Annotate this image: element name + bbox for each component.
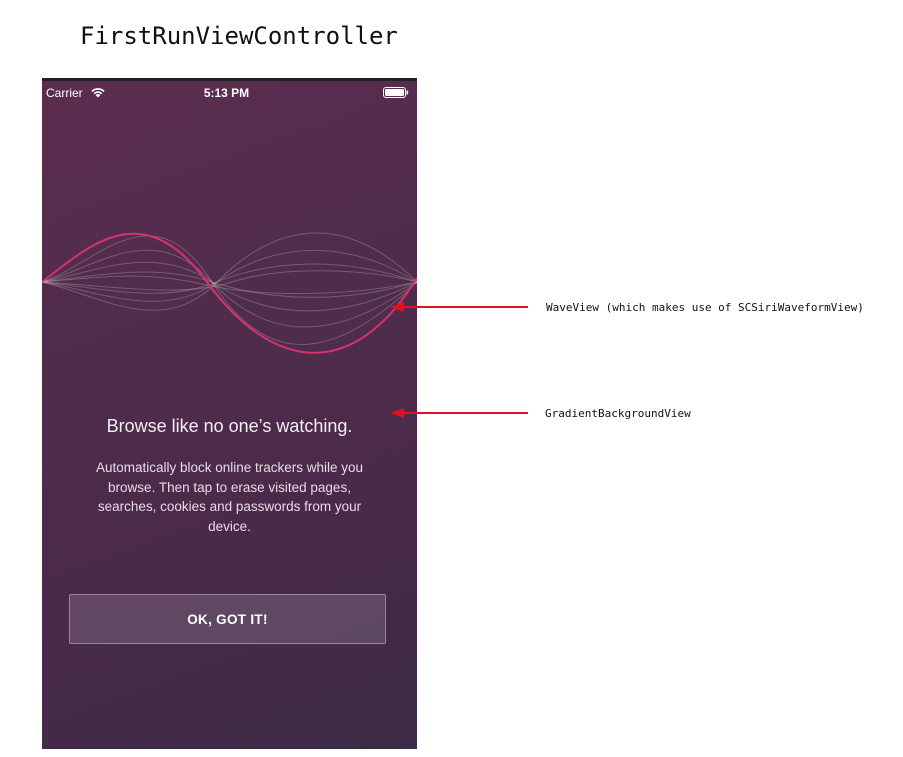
- wave-view-arrow: [390, 302, 528, 312]
- ok-got-it-button[interactable]: OK, GOT IT!: [69, 594, 386, 644]
- wave-primary-line: [42, 232, 417, 354]
- status-time: 5:13 PM: [203, 86, 250, 100]
- status-bar: Carrier 5:13 PM: [42, 84, 417, 104]
- phone-top-edge: [42, 78, 417, 81]
- gradient-background-arrow: [390, 408, 528, 418]
- wave-view-annotation: WaveView (which makes use of SCSiriWavef…: [546, 301, 864, 314]
- page-title: FirstRunViewController: [80, 22, 398, 50]
- battery-icon: [383, 87, 409, 98]
- wave-secondary-lines: [42, 232, 417, 346]
- phone-screen: Carrier 5:13 PM Browse like no one’s wat…: [42, 78, 417, 749]
- first-run-headline: Browse like no one’s watching.: [106, 416, 353, 436]
- wave-view: [42, 232, 417, 354]
- gradient-background-annotation: GradientBackgroundView: [545, 407, 691, 420]
- first-run-description: Automatically block online trackers whil…: [95, 460, 364, 534]
